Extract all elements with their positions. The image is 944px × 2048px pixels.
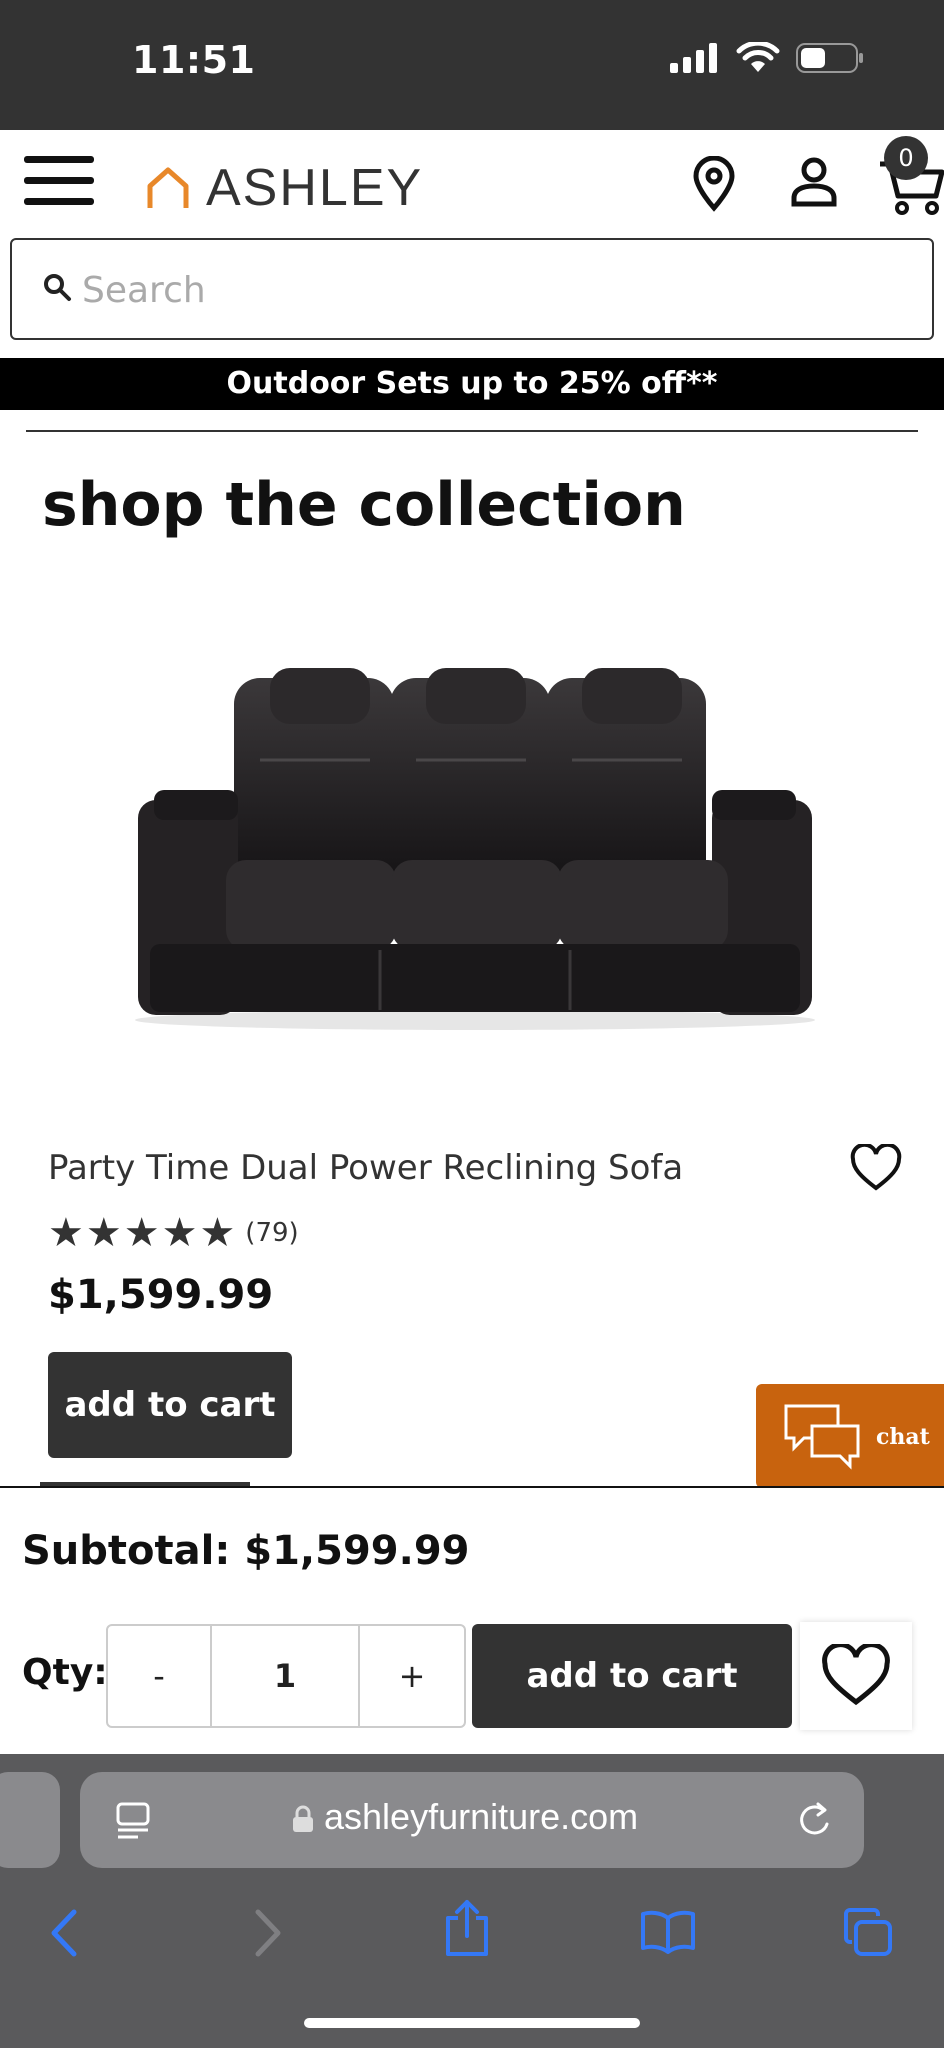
subtotal: Subtotal: $1,599.99 — [22, 1528, 470, 1574]
menu-bar-icon — [24, 177, 94, 184]
address-bar[interactable]: ashleyfurniture.com — [80, 1772, 864, 1868]
share-icon[interactable] — [444, 1898, 490, 1958]
brand-name: ASHLEY — [206, 159, 424, 217]
previous-tab-preview[interactable] — [0, 1772, 60, 1868]
tabs-icon[interactable] — [842, 1908, 894, 1958]
chat-label: chat — [876, 1424, 930, 1450]
product-price: $1,599.99 — [48, 1272, 274, 1318]
reload-icon[interactable] — [796, 1800, 834, 1840]
qty-value[interactable]: 1 — [212, 1626, 360, 1726]
bookmarks-icon[interactable] — [640, 1908, 696, 1954]
back-icon[interactable] — [48, 1908, 80, 1958]
status-time: 11:51 — [132, 38, 256, 82]
review-count: (79) — [245, 1218, 299, 1248]
qty-decrement-button[interactable]: - — [108, 1626, 212, 1726]
product-name[interactable]: Party Time Dual Power Reclining Sofa — [48, 1148, 683, 1188]
forward-icon[interactable] — [252, 1908, 284, 1958]
search-icon — [44, 274, 71, 301]
url-text[interactable]: ashleyfurniture.com — [324, 1796, 638, 1838]
house-logo-icon — [147, 167, 189, 208]
status-icons — [670, 42, 864, 74]
heart-icon — [822, 1644, 890, 1706]
page-menu-icon[interactable] — [116, 1802, 150, 1840]
browser-chrome: ashleyfurniture.com — [0, 1754, 944, 2048]
quantity-stepper: - 1 + — [106, 1624, 466, 1728]
battery-icon — [796, 43, 863, 73]
ashley-logo[interactable]: ASHLEY — [146, 158, 423, 218]
browser-toolbar — [0, 1884, 944, 1984]
search-input[interactable] — [82, 260, 902, 320]
store-location-icon[interactable] — [692, 156, 736, 212]
hamburger-menu-button[interactable] — [24, 156, 94, 212]
cart-count-badge[interactable]: 0 — [884, 136, 928, 180]
chat-button[interactable]: chat — [756, 1384, 944, 1488]
promo-banner[interactable]: Outdoor Sets up to 25% off** — [0, 358, 944, 410]
status-bar: 11:51 — [0, 0, 944, 130]
add-to-cart-button[interactable]: add to cart — [48, 1352, 292, 1458]
qty-label: Qty: — [22, 1652, 108, 1693]
lock-icon — [293, 1805, 313, 1832]
section-title: shop the collection — [42, 470, 686, 540]
sticky-wishlist-button[interactable] — [800, 1622, 912, 1730]
sticky-add-to-cart-button[interactable]: add to cart — [472, 1624, 792, 1728]
wishlist-heart-icon[interactable] — [850, 1144, 902, 1192]
chat-bubbles-icon — [784, 1404, 860, 1470]
cellular-signal-icon — [670, 43, 717, 73]
home-indicator[interactable] — [304, 2018, 640, 2028]
product-rating[interactable]: ★★★★★ (79) — [48, 1210, 299, 1256]
product-image[interactable] — [130, 660, 820, 1030]
site-header: ASHLEY — [0, 130, 944, 238]
qty-increment-button[interactable]: + — [360, 1626, 464, 1726]
wifi-icon — [736, 42, 780, 72]
search-bar[interactable] — [10, 238, 934, 340]
rating-stars: ★★★★★ — [48, 1210, 238, 1256]
section-divider — [26, 430, 918, 432]
scroll-indicator — [40, 1482, 250, 1486]
account-icon[interactable] — [790, 156, 838, 208]
menu-bar-icon — [24, 156, 94, 163]
menu-bar-icon — [24, 198, 94, 205]
